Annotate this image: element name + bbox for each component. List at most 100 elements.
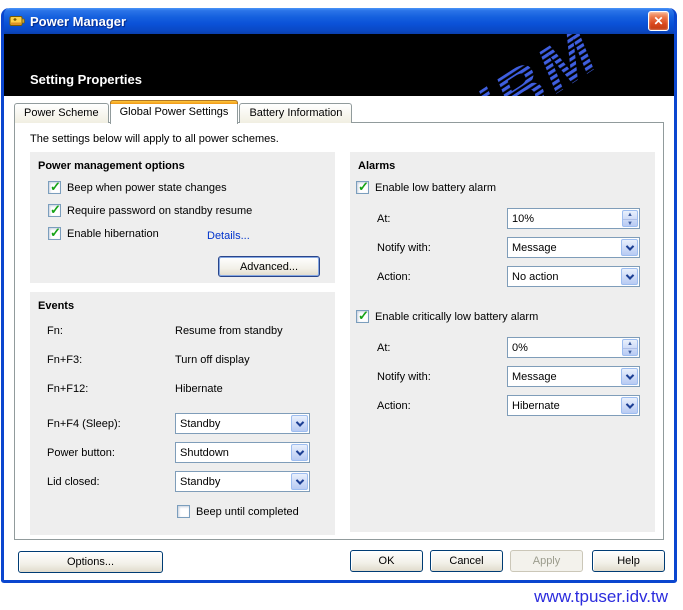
watermark-text: www.tpuser.idv.tw: [534, 587, 668, 607]
enable-hibernation-checkbox[interactable]: [48, 227, 61, 240]
banner: Setting Properties IBM: [4, 34, 674, 96]
event-row: Fn+F4 (Sleep): Standby: [30, 409, 335, 438]
panel-heading: Alarms: [350, 152, 655, 176]
beep-power-state-checkbox[interactable]: [48, 181, 61, 194]
alarm-row: At: 10% ▲▼: [350, 204, 655, 233]
event-label: Fn+F12:: [47, 383, 175, 395]
alarm-row: Action: Hibernate: [350, 391, 655, 420]
apply-button: Apply: [510, 550, 583, 572]
critical-alarm-action-dropdown[interactable]: Hibernate: [507, 395, 640, 416]
tab-strip: Power Scheme Global Power Settings Batte…: [14, 99, 353, 123]
beep-until-completed-checkbox[interactable]: [177, 505, 190, 518]
dialog-body: Power Scheme Global Power Settings Batte…: [4, 96, 674, 580]
panel-heading: Power management options: [30, 152, 335, 176]
tab-power-scheme[interactable]: Power Scheme: [14, 103, 109, 123]
up-arrow-icon[interactable]: ▲: [623, 340, 637, 349]
enable-critical-battery-alarm-checkbox[interactable]: [356, 310, 369, 323]
chevron-down-icon[interactable]: [291, 415, 308, 432]
checkbox-row: Enable critically low battery alarm: [350, 305, 655, 328]
require-password-checkbox[interactable]: [48, 204, 61, 217]
dropdown-value: Message: [512, 371, 557, 383]
chevron-down-icon[interactable]: [291, 473, 308, 490]
window-title: Power Manager: [30, 14, 126, 29]
down-arrow-icon[interactable]: ▼: [623, 349, 637, 357]
alarm-label: Action:: [377, 271, 507, 283]
alarm-row: Notify with: Message: [350, 362, 655, 391]
up-arrow-icon[interactable]: ▲: [623, 211, 637, 220]
banner-title: Setting Properties: [30, 72, 142, 87]
event-row: Fn+F3: Turn off display: [30, 345, 335, 374]
options-button[interactable]: Options...: [18, 551, 163, 573]
checkbox-label: Beep when power state changes: [67, 182, 227, 194]
alarm-row: Action: No action: [350, 262, 655, 291]
dropdown-value: Shutdown: [180, 447, 229, 459]
event-row: Fn+F12: Hibernate: [30, 374, 335, 403]
critical-alarm-notify-dropdown[interactable]: Message: [507, 366, 640, 387]
spinner-buttons[interactable]: ▲▼: [622, 210, 638, 227]
dropdown-value: Hibernate: [512, 400, 560, 412]
alarm-label: Action:: [377, 400, 507, 412]
event-label: Power button:: [47, 447, 175, 459]
event-row: Lid closed: Standby: [30, 467, 335, 496]
alarm-label: At:: [377, 213, 507, 225]
critical-alarm-at-spinner[interactable]: 0% ▲▼: [507, 337, 640, 358]
low-alarm-at-spinner[interactable]: 10% ▲▼: [507, 208, 640, 229]
chevron-down-icon[interactable]: [621, 397, 638, 414]
spinner-value: 0%: [512, 342, 528, 354]
down-arrow-icon[interactable]: ▼: [623, 220, 637, 228]
fn-f4-sleep-dropdown[interactable]: Standby: [175, 413, 310, 434]
power-button-dropdown[interactable]: Shutdown: [175, 442, 310, 463]
checkbox-label: Enable critically low battery alarm: [375, 311, 538, 323]
event-label: Fn:: [47, 325, 175, 337]
screenshot-root: Power Manager ✕ Setting Properties IBM P…: [0, 0, 683, 610]
chevron-down-icon[interactable]: [621, 239, 638, 256]
event-value: Turn off display: [175, 354, 250, 366]
checkbox-row: Beep when power state changes: [30, 176, 335, 199]
panel-heading: Events: [30, 292, 335, 316]
checkbox-row: Require password on standby resume: [30, 199, 335, 222]
event-value: Hibernate: [175, 383, 223, 395]
chevron-down-icon[interactable]: [621, 368, 638, 385]
ok-button[interactable]: OK: [350, 550, 423, 572]
checkbox-label: Enable hibernation: [67, 228, 159, 240]
ibm-logo-icon: IBM: [452, 34, 659, 96]
events-panel: Events Fn: Resume from standby Fn+F3: Tu…: [30, 292, 335, 535]
low-alarm-notify-dropdown[interactable]: Message: [507, 237, 640, 258]
spinner-buttons[interactable]: ▲▼: [622, 339, 638, 356]
dropdown-value: Message: [512, 242, 557, 254]
advanced-button[interactable]: Advanced...: [218, 256, 320, 277]
alarms-panel: Alarms Enable low battery alarm At: 10% …: [350, 152, 655, 532]
checkbox-label: Require password on standby resume: [67, 205, 252, 217]
lid-closed-dropdown[interactable]: Standby: [175, 471, 310, 492]
chevron-down-icon[interactable]: [291, 444, 308, 461]
alarm-row: At: 0% ▲▼: [350, 333, 655, 362]
checkbox-label: Beep until completed: [196, 506, 299, 518]
checkbox-row: Beep until completed: [30, 500, 335, 523]
battery-app-icon: [9, 13, 25, 29]
alarm-label: Notify with:: [377, 371, 507, 383]
tab-global-power-settings[interactable]: Global Power Settings: [110, 100, 239, 124]
low-alarm-action-dropdown[interactable]: No action: [507, 266, 640, 287]
dropdown-value: Standby: [180, 476, 220, 488]
checkbox-row: Enable low battery alarm: [350, 176, 655, 199]
spinner-value: 10%: [512, 213, 534, 225]
event-row: Fn: Resume from standby: [30, 316, 335, 345]
alarm-label: At:: [377, 342, 507, 354]
titlebar[interactable]: Power Manager ✕: [4, 8, 674, 34]
power-management-options-panel: Power management options Beep when power…: [30, 152, 335, 283]
event-label: Fn+F4 (Sleep):: [47, 418, 175, 430]
event-value: Resume from standby: [175, 325, 283, 337]
alarm-label: Notify with:: [377, 242, 507, 254]
help-button[interactable]: Help: [592, 550, 665, 572]
event-row: Power button: Shutdown: [30, 438, 335, 467]
chevron-down-icon[interactable]: [621, 268, 638, 285]
power-manager-window: Power Manager ✕ Setting Properties IBM P…: [1, 8, 677, 583]
cancel-button[interactable]: Cancel: [430, 550, 503, 572]
dropdown-value: No action: [512, 271, 558, 283]
details-link[interactable]: Details...: [207, 230, 250, 242]
tab-battery-information[interactable]: Battery Information: [239, 103, 352, 123]
close-button[interactable]: ✕: [648, 11, 669, 31]
alarm-row: Notify with: Message: [350, 233, 655, 262]
enable-low-battery-alarm-checkbox[interactable]: [356, 181, 369, 194]
intro-text: The settings below will apply to all pow…: [30, 133, 279, 145]
